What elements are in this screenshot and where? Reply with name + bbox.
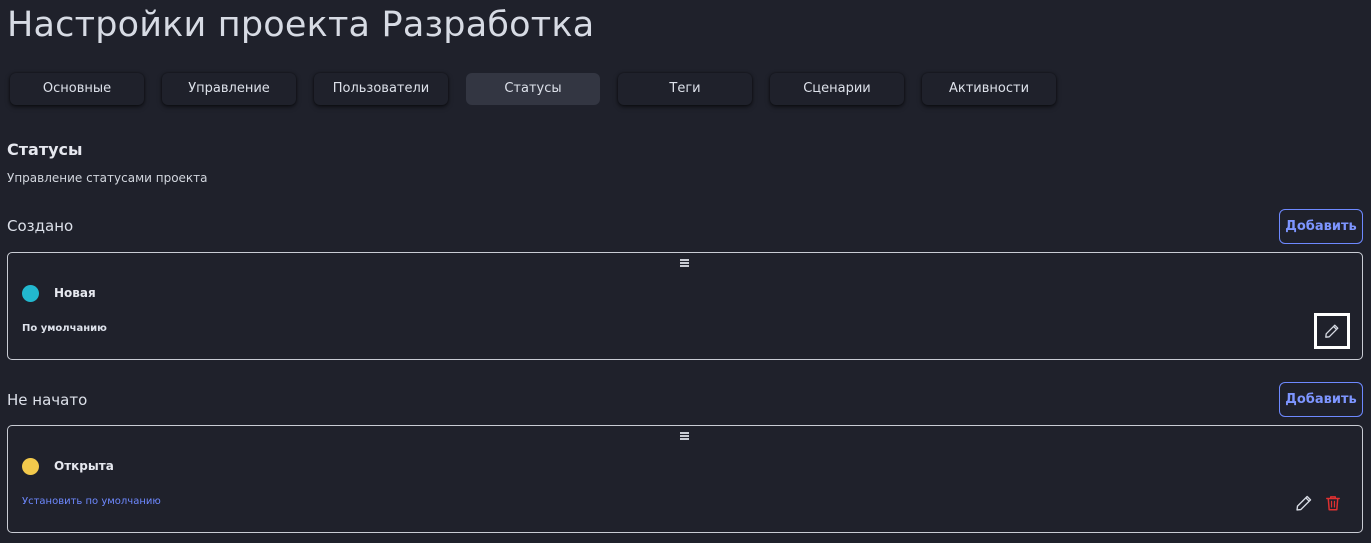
tab-management[interactable]: Управление bbox=[162, 73, 296, 105]
section-subtitle: Управление статусами проекта bbox=[7, 171, 208, 185]
tab-general[interactable]: Основные bbox=[10, 73, 144, 105]
pencil-icon bbox=[1325, 324, 1339, 338]
tab-tags[interactable]: Теги bbox=[618, 73, 752, 105]
project-settings-page: Настройки проекта Разработка Основные Уп… bbox=[0, 0, 1371, 543]
status-color-dot bbox=[22, 285, 39, 302]
pencil-icon bbox=[1296, 495, 1312, 511]
drag-handle-icon[interactable] bbox=[679, 257, 691, 269]
trash-icon bbox=[1326, 496, 1340, 511]
status-color-dot bbox=[22, 458, 39, 475]
drag-handle-icon[interactable] bbox=[679, 430, 691, 442]
edit-status-button[interactable] bbox=[1295, 494, 1315, 514]
tab-scenarios[interactable]: Сценарии bbox=[770, 73, 904, 105]
status-card-new: Новая По умолчанию bbox=[7, 252, 1363, 360]
status-name: Открыта bbox=[54, 459, 114, 473]
edit-status-button[interactable] bbox=[1314, 313, 1350, 349]
delete-status-button[interactable] bbox=[1324, 494, 1344, 514]
tab-users[interactable]: Пользователи bbox=[314, 73, 448, 105]
set-default-link[interactable]: Установить по умолчанию bbox=[22, 495, 161, 509]
group-label-not-started: Не начато bbox=[7, 391, 88, 409]
add-status-button-not-started[interactable]: Добавить bbox=[1279, 382, 1363, 417]
tab-activities[interactable]: Активности bbox=[922, 73, 1056, 105]
group-label-created: Создано bbox=[7, 217, 74, 235]
status-card-open: Открыта Установить по умолчанию bbox=[7, 425, 1363, 533]
page-title: Настройки проекта Разработка bbox=[7, 5, 595, 45]
status-name: Новая bbox=[54, 286, 96, 300]
section-title: Статусы bbox=[7, 140, 83, 159]
tab-statuses[interactable]: Статусы bbox=[466, 73, 600, 105]
add-status-button-created[interactable]: Добавить bbox=[1279, 209, 1363, 244]
default-status-label: По умолчанию bbox=[22, 323, 107, 334]
